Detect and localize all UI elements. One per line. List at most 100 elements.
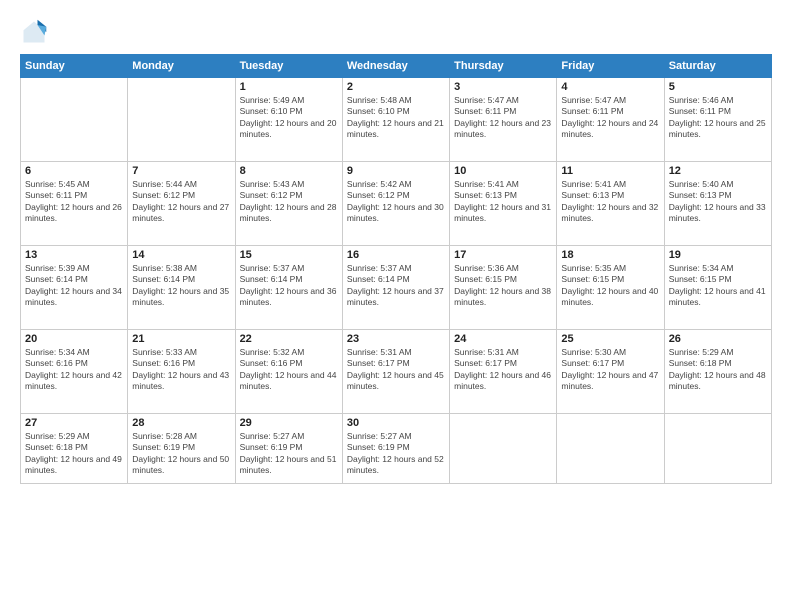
day-number: 9 (347, 165, 445, 177)
day-number: 27 (25, 417, 123, 429)
day-number: 23 (347, 333, 445, 345)
calendar-week-row: 6 Sunrise: 5:45 AM Sunset: 6:11 PM Daylig… (21, 162, 772, 246)
calendar-day-cell (664, 414, 771, 484)
calendar-day-cell: 5 Sunrise: 5:46 AM Sunset: 6:11 PM Daylig… (664, 78, 771, 162)
calendar-day-cell: 7 Sunrise: 5:44 AM Sunset: 6:12 PM Daylig… (128, 162, 235, 246)
day-number: 26 (669, 333, 767, 345)
day-info: Sunrise: 5:28 AM Sunset: 6:19 PM Dayligh… (132, 431, 230, 477)
weekday-header: Monday (128, 55, 235, 78)
day-info: Sunrise: 5:29 AM Sunset: 6:18 PM Dayligh… (669, 347, 767, 393)
day-info: Sunrise: 5:27 AM Sunset: 6:19 PM Dayligh… (240, 431, 338, 477)
day-number: 15 (240, 249, 338, 261)
day-number: 30 (347, 417, 445, 429)
day-number: 3 (454, 81, 552, 93)
day-number: 14 (132, 249, 230, 261)
calendar-day-cell: 21 Sunrise: 5:33 AM Sunset: 6:16 PM Dayli… (128, 330, 235, 414)
calendar-day-cell: 2 Sunrise: 5:48 AM Sunset: 6:10 PM Daylig… (342, 78, 449, 162)
day-info: Sunrise: 5:43 AM Sunset: 6:12 PM Dayligh… (240, 179, 338, 225)
day-number: 6 (25, 165, 123, 177)
day-info: Sunrise: 5:40 AM Sunset: 6:13 PM Dayligh… (669, 179, 767, 225)
day-number: 18 (561, 249, 659, 261)
day-info: Sunrise: 5:39 AM Sunset: 6:14 PM Dayligh… (25, 263, 123, 309)
calendar-day-cell: 15 Sunrise: 5:37 AM Sunset: 6:14 PM Dayli… (235, 246, 342, 330)
day-number: 19 (669, 249, 767, 261)
day-info: Sunrise: 5:44 AM Sunset: 6:12 PM Dayligh… (132, 179, 230, 225)
day-info: Sunrise: 5:27 AM Sunset: 6:19 PM Dayligh… (347, 431, 445, 477)
day-info: Sunrise: 5:38 AM Sunset: 6:14 PM Dayligh… (132, 263, 230, 309)
day-info: Sunrise: 5:29 AM Sunset: 6:18 PM Dayligh… (25, 431, 123, 477)
day-info: Sunrise: 5:34 AM Sunset: 6:16 PM Dayligh… (25, 347, 123, 393)
weekday-header: Saturday (664, 55, 771, 78)
weekday-header: Thursday (450, 55, 557, 78)
day-info: Sunrise: 5:31 AM Sunset: 6:17 PM Dayligh… (454, 347, 552, 393)
day-info: Sunrise: 5:45 AM Sunset: 6:11 PM Dayligh… (25, 179, 123, 225)
day-number: 2 (347, 81, 445, 93)
day-info: Sunrise: 5:42 AM Sunset: 6:12 PM Dayligh… (347, 179, 445, 225)
calendar-day-cell: 28Sunrise: 5:28 AM Sunset: 6:19 PM Dayli… (128, 414, 235, 484)
calendar-day-cell: 27 Sunrise: 5:29 AM Sunset: 6:18 PM Dayli… (21, 414, 128, 484)
page-header (20, 18, 772, 46)
day-info: Sunrise: 5:49 AM Sunset: 6:10 PM Dayligh… (240, 95, 338, 141)
day-number: 12 (669, 165, 767, 177)
calendar-day-cell (128, 78, 235, 162)
weekday-header: Sunday (21, 55, 128, 78)
calendar-day-cell: 23 Sunrise: 5:31 AM Sunset: 6:17 PM Dayli… (342, 330, 449, 414)
calendar-day-cell: 10Sunrise: 5:41 AM Sunset: 6:13 PM Dayli… (450, 162, 557, 246)
calendar-header-row: SundayMondayTuesdayWednesdayThursdayFrid… (21, 55, 772, 78)
day-number: 29 (240, 417, 338, 429)
calendar-day-cell: 8 Sunrise: 5:43 AM Sunset: 6:12 PM Daylig… (235, 162, 342, 246)
day-info: Sunrise: 5:48 AM Sunset: 6:10 PM Dayligh… (347, 95, 445, 141)
calendar-day-cell: 13 Sunrise: 5:39 AM Sunset: 6:14 PM Dayli… (21, 246, 128, 330)
calendar-week-row: 13 Sunrise: 5:39 AM Sunset: 6:14 PM Dayli… (21, 246, 772, 330)
day-number: 1 (240, 81, 338, 93)
calendar-day-cell: 12 Sunrise: 5:40 AM Sunset: 6:13 PM Dayli… (664, 162, 771, 246)
day-number: 21 (132, 333, 230, 345)
calendar-day-cell (21, 78, 128, 162)
day-info: Sunrise: 5:47 AM Sunset: 6:11 PM Dayligh… (454, 95, 552, 141)
day-number: 25 (561, 333, 659, 345)
calendar-day-cell: 22 Sunrise: 5:32 AM Sunset: 6:16 PM Dayli… (235, 330, 342, 414)
day-number: 10 (454, 165, 552, 177)
calendar-day-cell: 11 Sunrise: 5:41 AM Sunset: 6:13 PM Dayli… (557, 162, 664, 246)
day-number: 17 (454, 249, 552, 261)
day-info: Sunrise: 5:36 AM Sunset: 6:15 PM Dayligh… (454, 263, 552, 309)
calendar-day-cell: 1 Sunrise: 5:49 AM Sunset: 6:10 PM Daylig… (235, 78, 342, 162)
day-number: 5 (669, 81, 767, 93)
day-number: 13 (25, 249, 123, 261)
day-number: 20 (25, 333, 123, 345)
calendar-day-cell (557, 414, 664, 484)
calendar-table: SundayMondayTuesdayWednesdayThursdayFrid… (20, 54, 772, 484)
logo (20, 18, 52, 46)
day-info: Sunrise: 5:35 AM Sunset: 6:15 PM Dayligh… (561, 263, 659, 309)
weekday-header: Friday (557, 55, 664, 78)
calendar-week-row: 20 Sunrise: 5:34 AM Sunset: 6:16 PM Dayli… (21, 330, 772, 414)
calendar-day-cell: 4Sunrise: 5:47 AM Sunset: 6:11 PM Daylig… (557, 78, 664, 162)
day-number: 8 (240, 165, 338, 177)
calendar-day-cell: 17 Sunrise: 5:36 AM Sunset: 6:15 PM Dayli… (450, 246, 557, 330)
calendar-day-cell: 26 Sunrise: 5:29 AM Sunset: 6:18 PM Dayli… (664, 330, 771, 414)
day-info: Sunrise: 5:33 AM Sunset: 6:16 PM Dayligh… (132, 347, 230, 393)
calendar-day-cell: 29 Sunrise: 5:27 AM Sunset: 6:19 PM Dayli… (235, 414, 342, 484)
day-info: Sunrise: 5:32 AM Sunset: 6:16 PM Dayligh… (240, 347, 338, 393)
calendar-day-cell (450, 414, 557, 484)
logo-icon (20, 18, 48, 46)
day-info: Sunrise: 5:31 AM Sunset: 6:17 PM Dayligh… (347, 347, 445, 393)
calendar-day-cell: 14 Sunrise: 5:38 AM Sunset: 6:14 PM Dayli… (128, 246, 235, 330)
day-info: Sunrise: 5:37 AM Sunset: 6:14 PM Dayligh… (240, 263, 338, 309)
calendar-day-cell: 30 Sunrise: 5:27 AM Sunset: 6:19 PM Dayli… (342, 414, 449, 484)
day-number: 4 (561, 81, 659, 93)
calendar-day-cell: 25Sunrise: 5:30 AM Sunset: 6:17 PM Dayli… (557, 330, 664, 414)
day-number: 7 (132, 165, 230, 177)
day-number: 16 (347, 249, 445, 261)
calendar-week-row: 1 Sunrise: 5:49 AM Sunset: 6:10 PM Daylig… (21, 78, 772, 162)
calendar-day-cell: 19 Sunrise: 5:34 AM Sunset: 6:15 PM Dayli… (664, 246, 771, 330)
day-number: 11 (561, 165, 659, 177)
calendar-day-cell: 18 Sunrise: 5:35 AM Sunset: 6:15 PM Dayli… (557, 246, 664, 330)
day-number: 22 (240, 333, 338, 345)
day-info: Sunrise: 5:46 AM Sunset: 6:11 PM Dayligh… (669, 95, 767, 141)
weekday-header: Wednesday (342, 55, 449, 78)
day-info: Sunrise: 5:41 AM Sunset: 6:13 PM Dayligh… (561, 179, 659, 225)
day-info: Sunrise: 5:37 AM Sunset: 6:14 PM Dayligh… (347, 263, 445, 309)
day-info: Sunrise: 5:34 AM Sunset: 6:15 PM Dayligh… (669, 263, 767, 309)
weekday-header: Tuesday (235, 55, 342, 78)
